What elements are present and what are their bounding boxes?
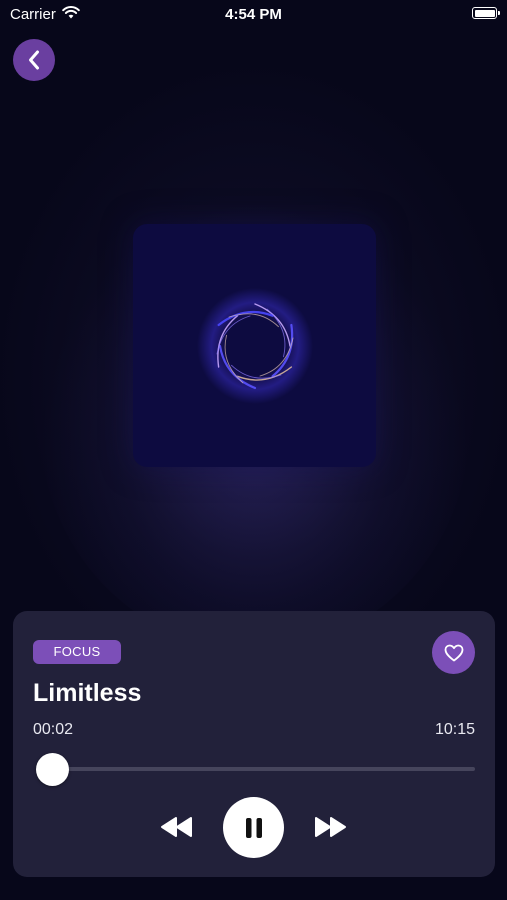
pause-icon xyxy=(245,817,262,838)
total-duration: 10:15 xyxy=(434,721,475,738)
fast-forward-icon xyxy=(315,817,346,837)
battery-icon xyxy=(472,7,500,19)
progress-thumb[interactable] xyxy=(35,753,69,786)
swirl-artwork-icon xyxy=(196,287,313,404)
elapsed-time: 00:02 xyxy=(33,721,74,738)
album-artwork xyxy=(133,224,376,467)
track-title: Limitless xyxy=(33,679,142,707)
category-tag[interactable]: FOCUS xyxy=(33,640,121,664)
pause-button[interactable] xyxy=(223,797,284,858)
rewind-button[interactable] xyxy=(159,813,195,841)
heart-icon xyxy=(444,644,463,661)
rewind-icon xyxy=(161,817,192,837)
chevron-left-icon xyxy=(29,50,39,70)
forward-button[interactable] xyxy=(312,813,348,841)
status-bar: Carrier 4:54 PM xyxy=(0,0,507,28)
progress-track[interactable] xyxy=(49,767,475,771)
favorite-button[interactable] xyxy=(432,631,475,674)
player-card: FOCUS Limitless 00:02 10:15 xyxy=(13,611,495,877)
clock: 4:54 PM xyxy=(225,6,282,23)
back-button[interactable] xyxy=(13,39,55,81)
